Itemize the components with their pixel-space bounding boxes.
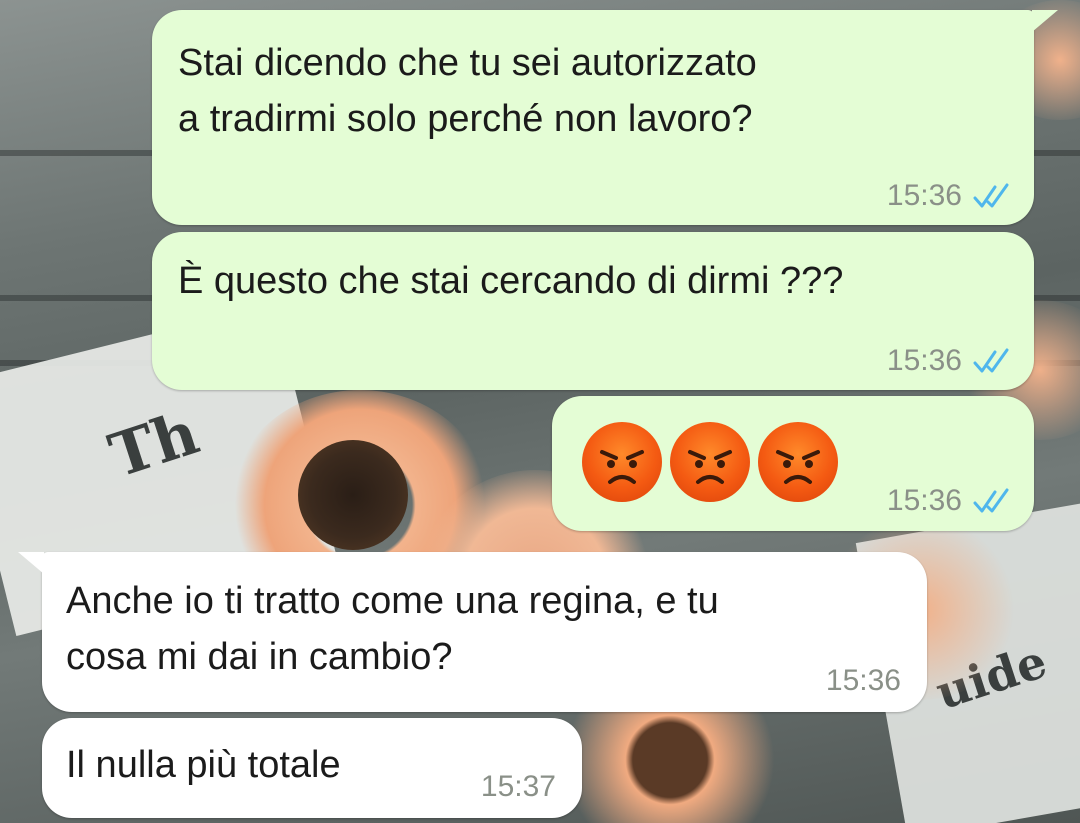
message-text: a tradirmi solo perché non lavoro?: [178, 98, 753, 140]
message-bubble-incoming[interactable]: Il nulla più totale 15:37: [42, 718, 582, 818]
message-text: Anche io ti tratto come una regina, e tu: [66, 580, 719, 622]
message-meta: 15:36: [887, 171, 1016, 221]
angry-face-icon: [670, 422, 750, 502]
message-meta: 15:36: [887, 336, 1016, 386]
message-time: 15:36: [886, 484, 962, 517]
message-bubble-outgoing[interactable]: Stai dicendo che tu sei autorizzato a tr…: [152, 10, 1034, 225]
message-time: 15:37: [480, 770, 556, 803]
message-time: 15:36: [886, 179, 962, 212]
message-bubble-incoming[interactable]: Anche io ti tratto come una regina, e tu…: [42, 552, 927, 712]
message-meta: 15:36: [826, 656, 901, 706]
message-meta: 15:36: [887, 476, 1016, 526]
message-time: 15:36: [886, 344, 962, 377]
message-bubble-outgoing[interactable]: È questo che stai cercando di dirmi ??? …: [152, 232, 1034, 390]
message-bubble-outgoing[interactable]: 15:36: [552, 396, 1034, 531]
message-text: Stai dicendo che tu sei autorizzato: [178, 42, 757, 84]
read-ticks-icon: [973, 183, 1009, 208]
message-meta: 15:37: [481, 762, 556, 812]
message-text: Il nulla più totale: [66, 744, 341, 786]
read-ticks-icon: [973, 348, 1009, 373]
message-text: È questo che stai cercando di dirmi ???: [178, 260, 844, 302]
angry-face-icon: [758, 422, 838, 502]
message-text: cosa mi dai in cambio?: [66, 636, 453, 678]
read-ticks-icon: [973, 488, 1009, 513]
message-time: 15:36: [825, 664, 901, 697]
angry-face-icon: [582, 422, 662, 502]
